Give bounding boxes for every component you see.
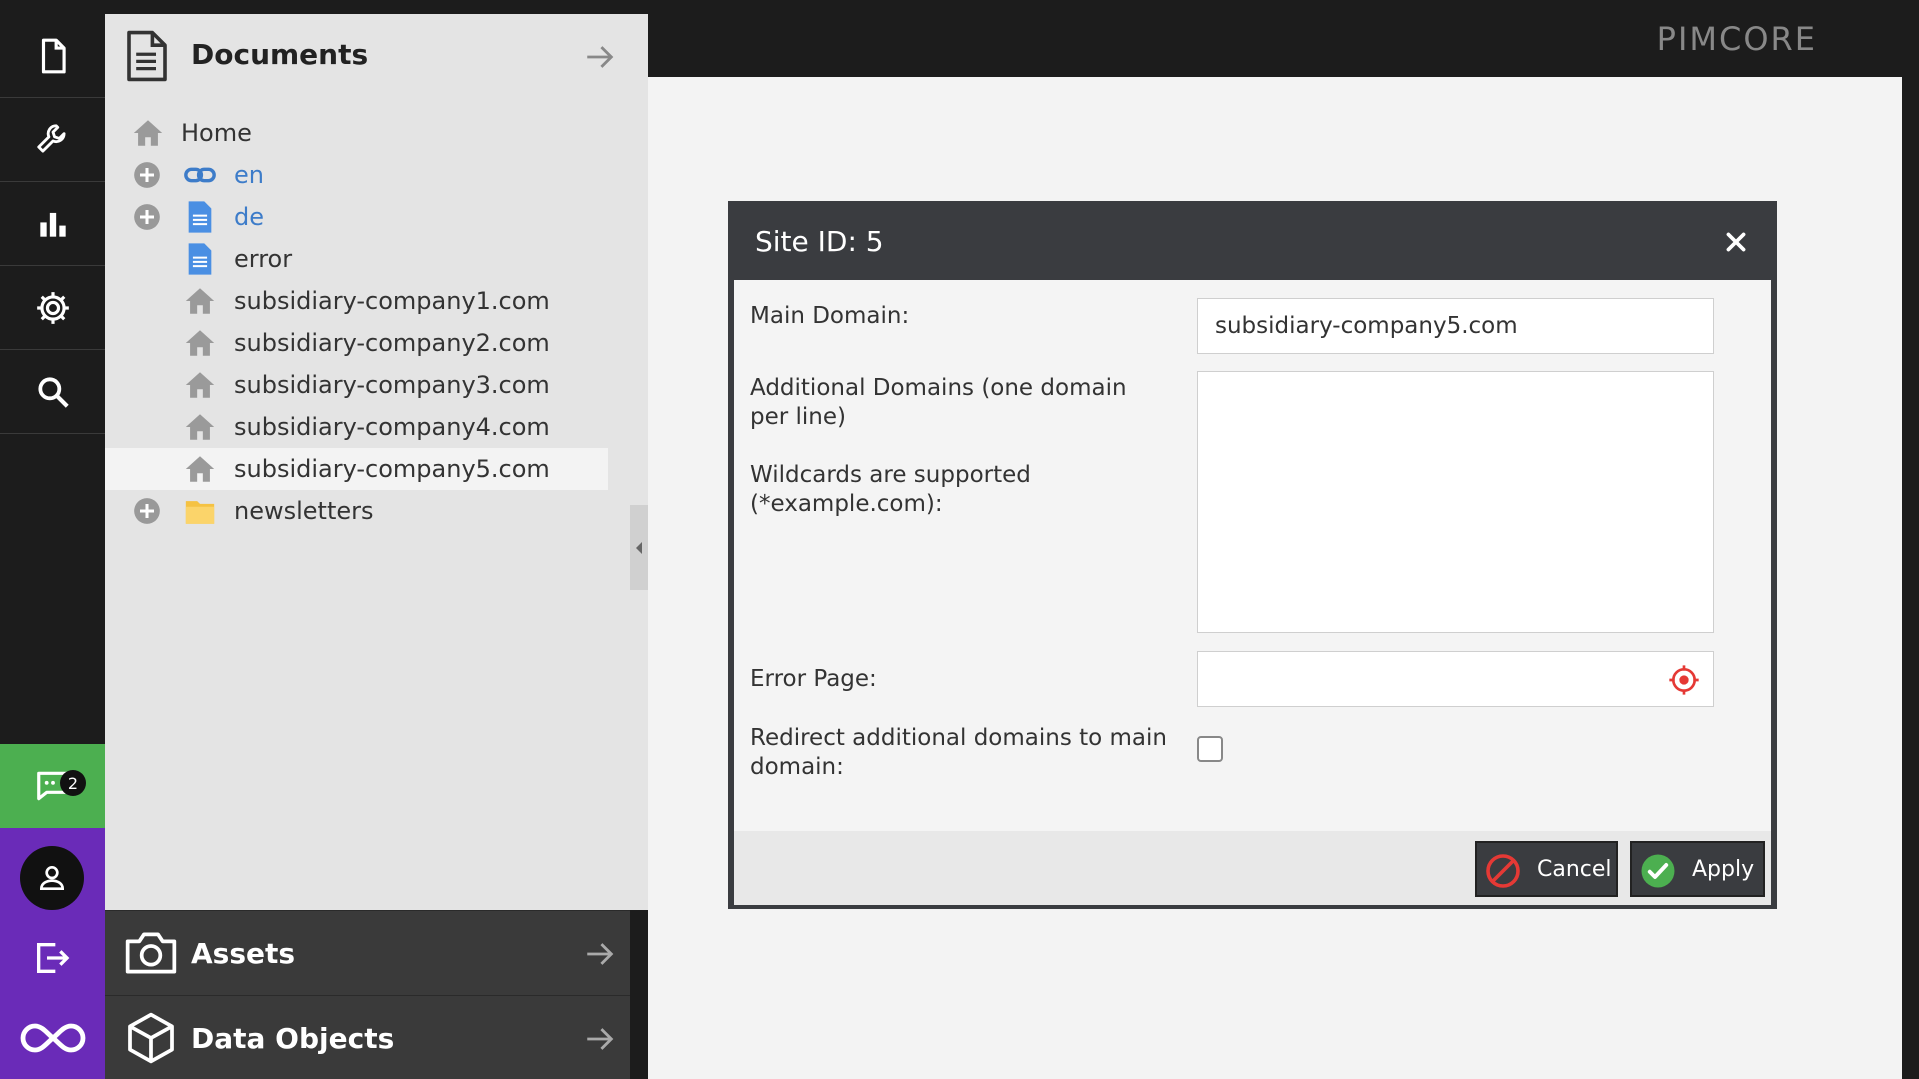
target-icon[interactable] — [1668, 664, 1700, 696]
cancel-button[interactable]: Cancel — [1475, 841, 1618, 897]
home-icon — [133, 120, 163, 146]
page-icon — [188, 201, 212, 233]
apply-button-label: Apply — [1692, 857, 1755, 882]
arrow-right-icon[interactable] — [583, 1022, 617, 1056]
documents-panel-title: Documents — [191, 38, 369, 71]
additional-domains-label: Additional Domains (one domain per line) — [750, 375, 1127, 430]
document-icon — [127, 30, 167, 82]
tree-item-home[interactable]: Home — [105, 112, 608, 154]
tree-item-subsidiary-company2[interactable]: subsidiary-company2.com — [105, 322, 608, 364]
logout-icon[interactable] — [32, 938, 72, 978]
documents-panel: Documents Home en de error subsidiary-co… — [105, 14, 648, 910]
tools-nav-button[interactable] — [0, 98, 105, 182]
home-icon — [185, 330, 215, 356]
main-navigation-rail: 2 — [0, 0, 105, 1079]
notifications-button[interactable]: 2 — [0, 744, 105, 828]
infinity-logo-icon — [20, 1023, 85, 1052]
error-page-label: Error Page: — [750, 666, 877, 692]
redirect-label: Redirect additional domains to main doma… — [750, 725, 1167, 780]
home-icon — [185, 288, 215, 314]
data-objects-panel-title: Data Objects — [191, 1022, 395, 1055]
tree-item-label: error — [234, 245, 293, 273]
gear-icon — [36, 291, 69, 324]
additional-domains-textarea[interactable] — [1197, 371, 1714, 633]
link-icon — [184, 167, 216, 183]
data-objects-panel-header[interactable]: Data Objects — [105, 995, 630, 1079]
search-nav-button[interactable] — [0, 350, 105, 434]
expand-plus-icon[interactable] — [133, 161, 161, 189]
cube-icon — [128, 1012, 174, 1064]
assets-panel-header[interactable]: Assets — [105, 910, 630, 995]
main-domain-input[interactable]: subsidiary-company5.com — [1197, 298, 1714, 354]
page-icon — [188, 243, 212, 275]
home-icon — [185, 414, 215, 440]
tree-item-label: en — [234, 161, 264, 189]
tree-item-de[interactable]: de — [105, 196, 608, 238]
checkmark-icon — [1641, 854, 1675, 888]
folder-icon — [185, 501, 215, 524]
error-page-input[interactable] — [1197, 651, 1714, 707]
main-domain-label: Main Domain: — [750, 303, 910, 329]
documents-panel-header[interactable]: Documents — [105, 14, 648, 100]
reports-nav-button[interactable] — [0, 182, 105, 266]
close-icon[interactable] — [1723, 229, 1749, 255]
apply-button[interactable]: Apply — [1630, 841, 1765, 897]
expand-plus-icon[interactable] — [133, 203, 161, 231]
expand-plus-icon[interactable] — [133, 497, 161, 525]
tree-item-label: Home — [181, 119, 252, 147]
tree-item-label: subsidiary-company2.com — [234, 329, 550, 357]
tree-item-subsidiary-company5[interactable]: subsidiary-company5.com — [105, 448, 608, 490]
document-icon — [41, 38, 66, 73]
user-icon — [39, 866, 65, 890]
dialog-body: Main Domain: subsidiary-company5.com Add… — [734, 280, 1771, 831]
tree-item-label: subsidiary-company3.com — [234, 371, 550, 399]
user-profile-button[interactable] — [20, 846, 84, 910]
assets-panel-title: Assets — [191, 937, 296, 970]
caret-left-icon — [636, 541, 642, 554]
redirect-checkbox[interactable] — [1197, 736, 1223, 762]
tree-item-error[interactable]: error — [105, 238, 608, 280]
top-bar: PIMCORE — [648, 0, 1919, 77]
dialog-title: Site ID: 5 — [755, 225, 884, 258]
site-settings-dialog: Site ID: 5 Main Domain: subsidiary-compa… — [728, 201, 1777, 909]
dialog-footer: Cancel Apply — [734, 831, 1771, 905]
collapse-panel-handle[interactable] — [630, 505, 648, 590]
settings-nav-button[interactable] — [0, 266, 105, 350]
home-icon — [185, 456, 215, 482]
brand-logo-text: PIMCORE — [1656, 20, 1817, 58]
tree-item-subsidiary-company3[interactable]: subsidiary-company3.com — [105, 364, 608, 406]
home-icon — [185, 372, 215, 398]
tree-item-label: de — [234, 203, 264, 231]
notification-count-badge: 2 — [60, 770, 86, 796]
wrench-icon — [36, 123, 66, 153]
cancel-button-label: Cancel — [1537, 857, 1612, 882]
arrow-right-icon[interactable] — [583, 937, 617, 971]
cancel-icon — [1486, 854, 1520, 888]
user-area — [0, 828, 105, 996]
tree-item-en[interactable]: en — [105, 154, 608, 196]
camera-icon — [125, 932, 177, 974]
arrow-right-icon[interactable] — [583, 40, 617, 74]
tree-item-label: subsidiary-company1.com — [234, 287, 550, 315]
right-edge-bar — [1902, 77, 1919, 1079]
documents-nav-button[interactable] — [0, 14, 105, 98]
tree-item-label: subsidiary-company4.com — [234, 413, 550, 441]
tree-item-subsidiary-company4[interactable]: subsidiary-company4.com — [105, 406, 608, 448]
tree-item-subsidiary-company1[interactable]: subsidiary-company1.com — [105, 280, 608, 322]
wildcards-hint-label: Wildcards are supported (*example.com): — [750, 462, 1031, 517]
tree-item-newsletters[interactable]: newsletters — [105, 490, 608, 532]
bar-chart-icon — [39, 212, 66, 237]
pimcore-logo[interactable] — [0, 996, 105, 1079]
tree-item-label: subsidiary-company5.com — [234, 455, 550, 483]
search-icon — [37, 376, 69, 408]
dialog-header[interactable]: Site ID: 5 — [730, 203, 1775, 279]
tree-item-label: newsletters — [234, 497, 374, 525]
